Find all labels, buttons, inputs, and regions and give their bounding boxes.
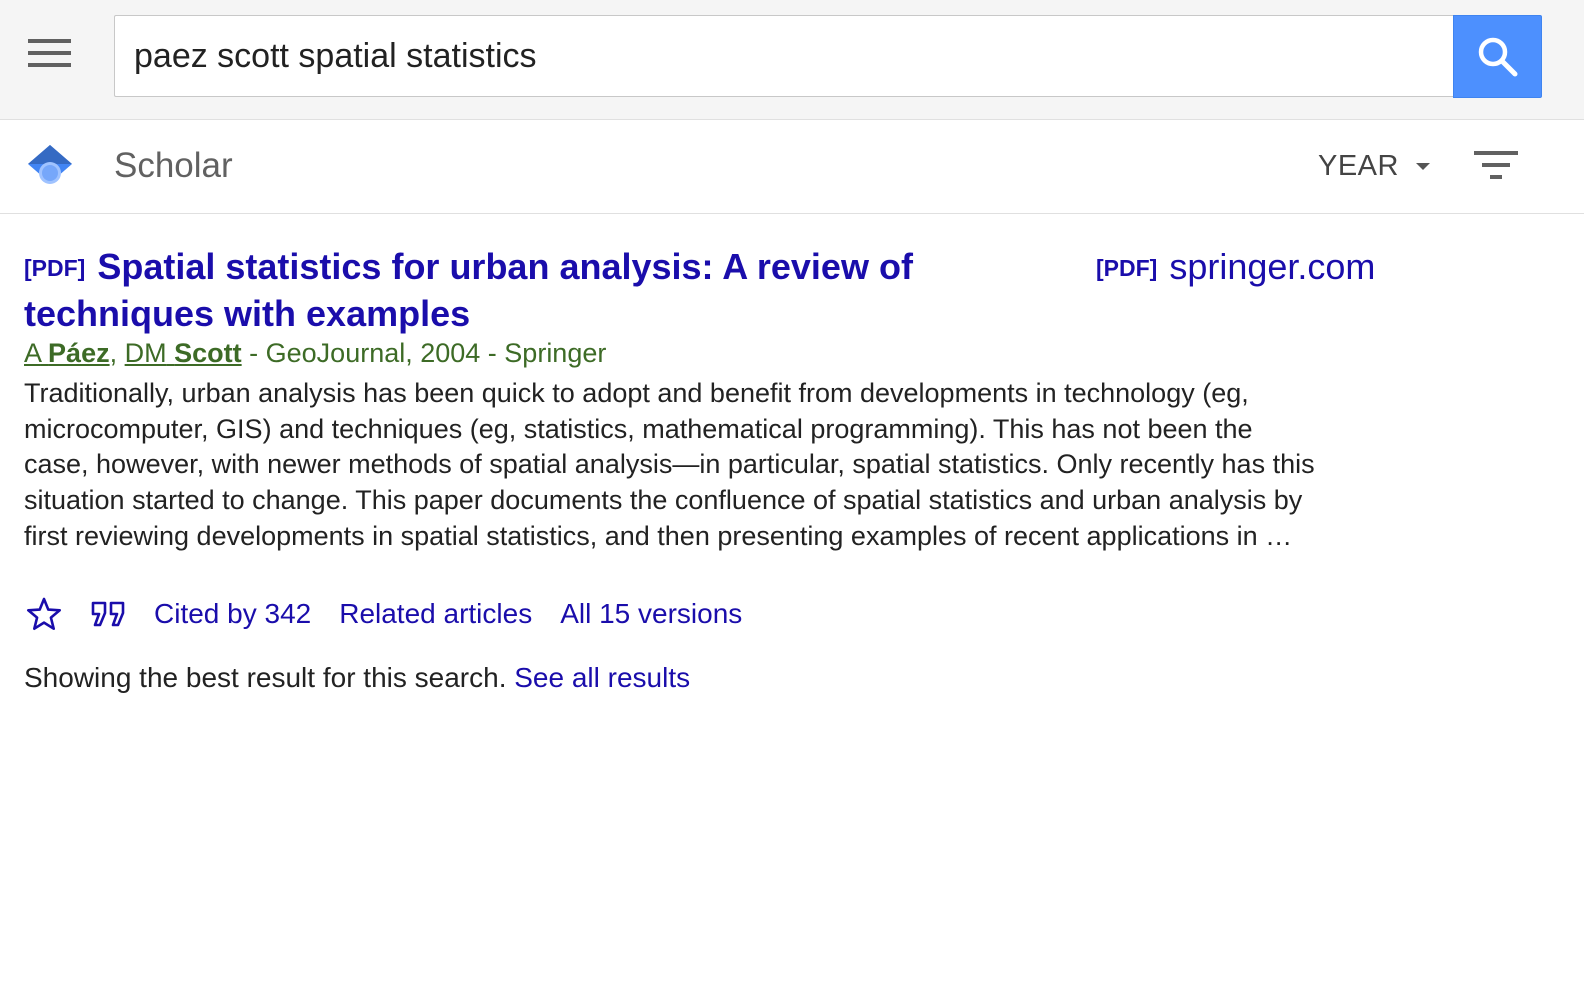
quote-icon[interactable] — [89, 594, 129, 634]
author-link[interactable]: A Páez — [24, 338, 110, 368]
filter-line — [1482, 163, 1510, 167]
star-icon[interactable] — [24, 594, 64, 634]
author-link[interactable]: DM Scott — [125, 338, 242, 368]
menu-line — [28, 39, 71, 43]
filter-icon[interactable] — [1470, 148, 1522, 184]
result-actions: Cited by 342 Related articles All 15 ver… — [24, 594, 742, 634]
best-result-note: Showing the best result for this search.… — [24, 660, 690, 696]
author-initials: DM — [124, 338, 167, 368]
author-surname: Scott — [174, 338, 242, 368]
result-snippet: Traditionally, urban analysis has been q… — [24, 378, 1315, 551]
pdf-side-link[interactable]: [PDF] springer.com — [1096, 244, 1375, 291]
search-bar — [0, 0, 1584, 120]
caret-down-icon — [1415, 162, 1430, 170]
author-surname: Páez — [48, 338, 110, 368]
scholar-logo-icon[interactable] — [27, 143, 73, 187]
dash-separator: - — [480, 338, 505, 368]
side-pdf-tag: [PDF] — [1096, 255, 1158, 281]
result-authors: A Páez, DM Scott - GeoJournal, 2004 - Sp… — [24, 336, 606, 370]
side-link-domain: springer.com — [1169, 246, 1376, 287]
scholar-header: Scholar YEAR — [0, 121, 1584, 214]
pdf-tag: [PDF] — [24, 255, 86, 281]
best-result-text: Showing the best result for this search. — [24, 662, 507, 693]
result-title-link[interactable]: Spatial statistics for urban analysis: A… — [24, 246, 913, 334]
search-box — [114, 15, 1454, 97]
journal-year: GeoJournal, 2004 — [265, 338, 481, 368]
search-button[interactable] — [1453, 15, 1542, 98]
menu-line — [28, 51, 71, 55]
result-title-highlight: Spatial statistics — [97, 246, 382, 287]
author-initials: A — [24, 338, 41, 368]
publisher: Springer — [504, 338, 607, 368]
year-filter-dropdown[interactable]: YEAR — [1318, 148, 1430, 184]
cited-by-link[interactable]: Cited by 342 — [154, 598, 311, 630]
author-separator: , — [109, 338, 118, 368]
result-title: [PDF] Spatial statistics for urban analys… — [24, 244, 944, 336]
search-icon — [1478, 37, 1517, 76]
scholar-title[interactable]: Scholar — [114, 146, 233, 186]
search-input[interactable] — [115, 16, 1454, 96]
year-filter-label: YEAR — [1318, 149, 1399, 182]
filter-line — [1474, 151, 1518, 155]
menu-line — [28, 63, 71, 67]
filter-line — [1490, 175, 1502, 179]
hamburger-menu-icon[interactable] — [22, 35, 76, 75]
see-all-results-link[interactable]: See all results — [514, 662, 690, 693]
related-articles-link[interactable]: Related articles — [339, 598, 532, 630]
all-versions-link[interactable]: All 15 versions — [560, 598, 742, 630]
dash-separator: - — [241, 338, 266, 368]
